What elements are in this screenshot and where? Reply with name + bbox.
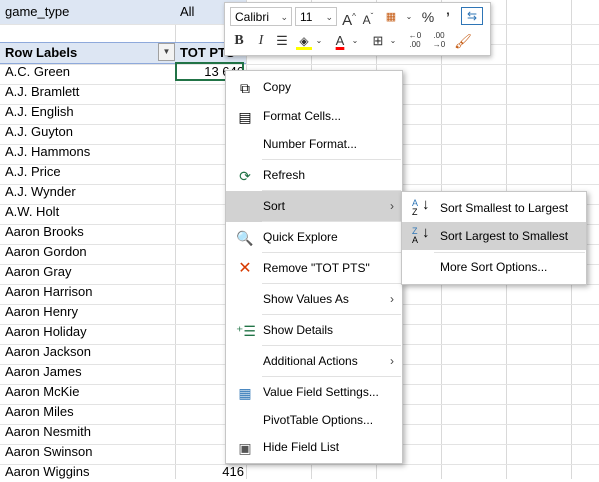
menu-item-number-format[interactable]: Number Format... <box>226 129 402 160</box>
menu-item-sort[interactable]: Sort › <box>226 191 402 222</box>
context-menu: ⧉ Copy ▤ Format Cells... Number Format..… <box>225 70 403 464</box>
increase-decimal-icon[interactable]: ←0.00 <box>405 31 425 51</box>
row-label-cell[interactable]: Aaron Henry <box>5 302 173 322</box>
refresh-icon: ⟳ <box>239 168 251 184</box>
sort-submenu: A Z ↓ Sort Smallest to Largest Z A ↓ Sort La… <box>401 191 587 285</box>
italic-button[interactable]: I <box>253 31 269 51</box>
row-label-cell[interactable]: A.J. Guyton <box>5 122 173 142</box>
menu-item-label: Quick Explore <box>263 230 338 244</box>
row-label-cell[interactable]: Aaron Miles <box>5 402 173 422</box>
row-label-cell[interactable]: Aaron Jackson <box>5 342 173 362</box>
menu-item-refresh[interactable]: ⟳ Refresh <box>226 160 402 191</box>
menu-item-show-details[interactable]: ⁺☰ Show Details <box>226 315 402 346</box>
row-label-cell[interactable]: A.J. Hammons <box>5 142 173 162</box>
menu-item-label: Additional Actions <box>263 354 358 368</box>
font-color-icon[interactable]: A <box>331 31 349 51</box>
menu-item-label: Hide Field List <box>263 440 340 454</box>
row-label-cell[interactable]: A.J. Wynder <box>5 182 173 202</box>
row-label-cell[interactable]: A.J. Price <box>5 162 173 182</box>
menu-item-quick-explore[interactable]: 🔍 Quick Explore <box>226 222 402 253</box>
menu-item-label: Remove "TOT PTS" <box>263 261 370 275</box>
chevron-right-icon: › <box>390 292 394 306</box>
font-name-box[interactable]: Calibri ⌄ <box>230 7 292 26</box>
field-settings-icon: ▦ <box>238 385 252 401</box>
row-label-cell[interactable]: Aaron Gray <box>5 262 173 282</box>
menu-item-additional-actions[interactable]: Additional Actions › <box>226 346 402 377</box>
row-label-cell[interactable]: Aaron Holiday <box>5 322 173 342</box>
percent-style-button[interactable]: % <box>419 7 437 27</box>
menu-item-label: Copy <box>263 80 292 94</box>
tot-pts-cell[interactable]: 416 <box>175 462 244 482</box>
format-painter-icon[interactable]: 🖌 <box>453 31 473 51</box>
chevron-down-icon[interactable]: ⌄ <box>389 31 397 51</box>
menu-item-format-cells[interactable]: ▤ Format Cells... <box>226 101 402 132</box>
row-label-cell[interactable]: Aaron Nesmith <box>5 422 173 442</box>
row-label-cell[interactable]: Aaron Brooks <box>5 222 173 242</box>
format-cells-icon: ▤ <box>238 109 252 125</box>
align-center-icon[interactable]: ☰ <box>273 31 291 51</box>
sort-ascending-icon: A Z ↓ <box>412 196 430 217</box>
show-details-icon: ⁺☰ <box>236 323 256 339</box>
filter-label[interactable]: game_type <box>5 2 69 22</box>
chevron-down-icon[interactable]: ⌄ <box>325 8 333 27</box>
accounting-format-icon[interactable]: ▦ <box>381 7 401 27</box>
sort-descending-item[interactable]: Z A ↓ Sort Largest to Smallest <box>402 222 586 250</box>
decrease-decimal-icon[interactable]: .00 →0 <box>429 31 449 51</box>
menu-item-label: Sort Smallest to Largest <box>440 201 569 215</box>
chevron-right-icon: › <box>390 354 394 368</box>
sort-ascending-item[interactable]: A Z ↓ Sort Smallest to Largest <box>402 194 586 222</box>
pivot-header-row: Row Labels TOT PTS <box>0 42 246 64</box>
sort-descending-icon: Z A ↓ <box>412 224 430 245</box>
filter-value[interactable]: All <box>180 2 194 22</box>
row-label-cell[interactable]: Aaron Gordon <box>5 242 173 262</box>
copy-icon: ⧉ <box>240 80 250 96</box>
borders-icon[interactable]: ⊞ <box>369 31 387 51</box>
row-labels-header[interactable]: Row Labels <box>5 43 77 63</box>
row-labels-filter-button[interactable]: ▼ <box>158 43 175 61</box>
more-sort-options-item[interactable]: More Sort Options... <box>402 253 586 281</box>
row-label-cell[interactable]: A.C. Green <box>5 62 173 82</box>
decrease-font-icon[interactable]: Aˇ <box>360 7 376 27</box>
field-list-icon: ▣ <box>238 440 252 456</box>
fill-color-icon[interactable]: ◈ <box>295 31 313 51</box>
row-label-cell[interactable]: Aaron Swinson <box>5 442 173 462</box>
menu-item-label: Sort Largest to Smallest <box>440 229 569 243</box>
menu-item-hide-field-list[interactable]: ▣ Hide Field List <box>226 432 402 463</box>
row-label-cell[interactable]: Aaron McKie <box>5 382 173 402</box>
chevron-down-icon[interactable]: ⌄ <box>405 7 413 27</box>
chevron-right-icon: › <box>390 199 394 213</box>
chevron-down-icon[interactable]: ⌄ <box>280 8 288 27</box>
row-label-cell[interactable]: A.W. Holt <box>5 202 173 222</box>
menu-item-value-field-settings[interactable]: ▦ Value Field Settings... <box>226 377 402 408</box>
row-label-cell[interactable]: A.J. English <box>5 102 173 122</box>
report-filter-row: game_type All <box>0 0 246 24</box>
close-icon: ✕ <box>238 260 252 277</box>
menu-item-label: Format Cells... <box>263 109 342 123</box>
menu-item-label: Show Details <box>263 323 334 337</box>
menu-item-label: Refresh <box>263 168 306 182</box>
magnifier-icon: 🔍 <box>236 230 254 246</box>
font-size-value: 11 <box>300 10 313 24</box>
row-label-cell[interactable]: A.J. Bramlett <box>5 82 173 102</box>
row-label-cell[interactable]: Aaron James <box>5 362 173 382</box>
menu-item-label: Number Format... <box>263 137 358 151</box>
menu-item-label: More Sort Options... <box>440 260 548 274</box>
row-label-cell[interactable]: Aaron Harrison <box>5 282 173 302</box>
comma-style-button[interactable]: ’ <box>441 7 455 27</box>
font-name-value: Calibri <box>235 10 270 24</box>
bold-button[interactable]: B <box>231 31 247 51</box>
chevron-down-icon[interactable]: ⌄ <box>315 31 323 51</box>
menu-item-label: Value Field Settings... <box>263 385 379 399</box>
row-label-cell[interactable]: Aaron Wiggins <box>5 462 173 482</box>
chevron-down-icon[interactable]: ⌄ <box>351 31 359 51</box>
font-size-box[interactable]: 11 ⌄ <box>295 7 337 26</box>
menu-item-show-values-as[interactable]: Show Values As › <box>226 284 402 315</box>
menu-item-remove-field[interactable]: ✕ Remove "TOT PTS" <box>226 253 402 284</box>
increase-font-icon[interactable]: A^ <box>341 7 357 29</box>
wrap-format-icon[interactable]: ⇆ <box>461 7 483 25</box>
menu-item-copy[interactable]: ⧉ Copy <box>226 72 402 103</box>
menu-item-label: Sort <box>263 199 286 213</box>
menu-item-label: Show Values As <box>263 292 349 306</box>
mini-toolbar: Calibri ⌄ 11 ⌄ A^ Aˇ ▦ ⌄ % ’ ⇆ B I ☰ ◈ ⌄… <box>224 2 491 56</box>
